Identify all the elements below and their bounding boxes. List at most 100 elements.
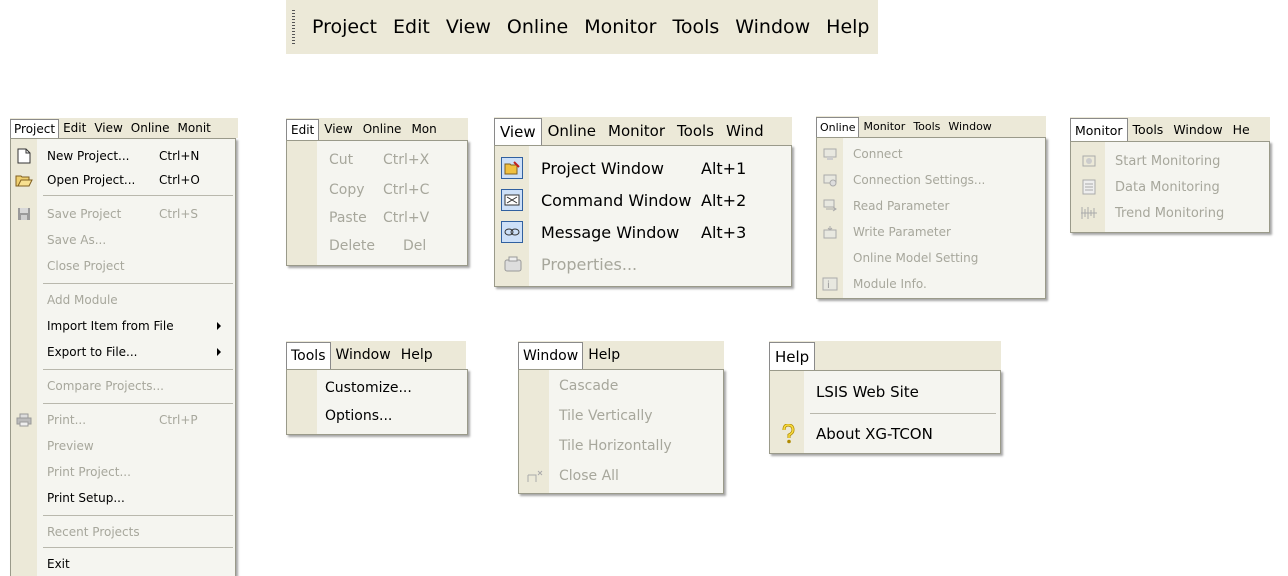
menu-monitor[interactable]: Monit — [174, 118, 215, 138]
edit-menubar: Edit View Online Mon — [286, 118, 468, 141]
menu-tools[interactable]: Tools — [671, 117, 720, 145]
menu-item-save-project[interactable]: Save Project Ctrl+S — [11, 203, 235, 225]
menu-help[interactable]: Help — [583, 341, 625, 369]
menu-monitor[interactable]: Monitor — [859, 116, 909, 137]
menu-monitor[interactable]: Monitor — [576, 0, 664, 54]
menu-edit[interactable]: Edit — [286, 118, 320, 141]
menu-item-print[interactable]: Print... Ctrl+P — [11, 409, 235, 431]
menu-help[interactable]: Help — [396, 341, 438, 369]
menu-item-compare-projects[interactable]: Compare Projects... — [11, 375, 235, 397]
menu-item-connection-settings[interactable]: Connection Settings... — [817, 168, 1045, 192]
menu-edit[interactable]: Edit — [385, 0, 438, 54]
menu-edit[interactable]: Edit — [59, 118, 90, 138]
menu-item-add-module[interactable]: Add Module — [11, 289, 235, 311]
menu-item-lsis-web-site[interactable]: LSIS Web Site — [770, 377, 1000, 407]
question-mark-icon — [778, 423, 798, 445]
menu-item-online-model-setting[interactable]: Online Model Setting — [817, 246, 1045, 270]
menu-item-paste[interactable]: Paste Ctrl+V — [287, 205, 467, 231]
view-dropdown: Project Window Alt+1 Command Window Alt+… — [494, 145, 792, 287]
menu-window[interactable]: Window — [518, 341, 584, 370]
menu-item-properties[interactable]: Properties... — [495, 250, 791, 278]
menu-online[interactable]: Online — [127, 118, 174, 138]
menu-view[interactable]: View — [90, 118, 126, 138]
menu-tools[interactable]: Tools — [1128, 117, 1169, 141]
menu-item-module-info[interactable]: i Module Info. — [817, 272, 1045, 296]
menu-item-start-monitoring[interactable]: Start Monitoring — [1071, 148, 1269, 174]
menu-monitor[interactable]: Mon — [406, 118, 441, 140]
menu-item-preview[interactable]: Preview — [11, 435, 235, 457]
menu-view[interactable]: View — [319, 118, 357, 140]
printer-icon — [15, 411, 33, 429]
menu-online[interactable]: Online — [542, 117, 602, 145]
menu-project[interactable]: Project — [10, 118, 60, 139]
menu-item-import-item[interactable]: Import Item from File — [11, 315, 235, 337]
menu-item-close-all[interactable]: Close All — [519, 462, 723, 490]
start-monitoring-icon — [1079, 151, 1099, 171]
menu-item-customize[interactable]: Customize... — [287, 374, 467, 402]
menu-item-tile-vertically[interactable]: Tile Vertically — [519, 402, 723, 430]
menu-tools[interactable]: Tools — [909, 116, 944, 137]
menu-item-close-project[interactable]: Close Project — [11, 255, 235, 277]
menu-item-cut[interactable]: Cut Ctrl+X — [287, 147, 467, 173]
menu-item-label: Import Item from File — [47, 319, 174, 333]
menu-view[interactable]: View — [438, 0, 499, 54]
menu-item-print-setup[interactable]: Print Setup... — [11, 487, 235, 509]
write-parameter-icon — [821, 223, 839, 241]
menu-item-write-parameter[interactable]: Write Parameter — [817, 220, 1045, 244]
command-window-icon — [501, 189, 523, 211]
menu-item-label: LSIS Web Site — [816, 383, 919, 401]
menu-item-label: Exit — [47, 557, 70, 571]
menu-view[interactable]: View — [494, 117, 542, 146]
menu-item-message-window[interactable]: Message Window Alt+3 — [495, 218, 791, 246]
menu-help[interactable]: Help — [818, 0, 877, 54]
menu-help[interactable]: Help — [769, 341, 816, 371]
menu-item-label: New Project... — [47, 149, 130, 163]
project-dropdown: New Project... Ctrl+N Open Project... Ct… — [10, 138, 236, 576]
menu-item-trend-monitoring[interactable]: Trend Monitoring — [1071, 200, 1269, 226]
monitor-dropdown: Start Monitoring Data Monitoring Trend M… — [1070, 141, 1270, 233]
menu-item-read-parameter[interactable]: Read Parameter — [817, 194, 1045, 218]
menubar-grip[interactable] — [292, 10, 295, 44]
menu-item-label: Data Monitoring — [1115, 179, 1220, 195]
menu-item-cascade[interactable]: Cascade — [519, 372, 723, 400]
menu-project[interactable]: Project — [304, 0, 385, 54]
menu-window[interactable]: Window — [727, 0, 818, 54]
menu-monitor[interactable]: Monitor — [602, 117, 671, 145]
menu-item-data-monitoring[interactable]: Data Monitoring — [1071, 174, 1269, 200]
menu-item-label: Export to File... — [47, 345, 138, 359]
menu-item-print-project[interactable]: Print Project... — [11, 461, 235, 483]
menu-item-project-window[interactable]: Project Window Alt+1 — [495, 154, 791, 182]
menu-window[interactable]: Wind — [720, 117, 770, 145]
menu-help[interactable]: He — [1228, 117, 1255, 141]
menu-item-new-project[interactable]: New Project... Ctrl+N — [11, 145, 235, 167]
menu-item-open-project[interactable]: Open Project... Ctrl+O — [11, 169, 235, 191]
menu-item-delete[interactable]: Delete Del — [287, 233, 467, 259]
menu-window[interactable]: Window — [1168, 117, 1227, 141]
tools-dropdown: Customize... Options... — [286, 369, 468, 435]
menu-window[interactable]: Window — [944, 116, 995, 137]
shortcut-label: Alt+3 — [701, 222, 747, 242]
menu-window[interactable]: Window — [331, 341, 396, 369]
menu-item-about[interactable]: About XG-TCON — [770, 419, 1000, 449]
menu-tools[interactable]: Tools — [664, 0, 727, 54]
menu-item-exit[interactable]: Exit — [11, 553, 235, 575]
shortcut-label: Ctrl+V — [383, 210, 430, 226]
menu-item-label: Open Project... — [47, 173, 136, 187]
menu-online[interactable]: Online — [358, 118, 407, 140]
menu-item-tile-horizontally[interactable]: Tile Horizontally — [519, 432, 723, 460]
menu-monitor[interactable]: Monitor — [1070, 117, 1128, 142]
menu-item-options[interactable]: Options... — [287, 402, 467, 430]
menu-online[interactable]: Online — [499, 0, 576, 54]
menu-item-save-as[interactable]: Save As... — [11, 229, 235, 251]
submenu-arrow-icon — [217, 348, 221, 356]
menu-item-label: Print... — [47, 413, 87, 427]
menu-item-recent-projects[interactable]: Recent Projects — [11, 521, 235, 543]
menu-tools[interactable]: Tools — [286, 341, 331, 370]
menu-online[interactable]: Online — [816, 116, 860, 138]
menu-item-export-to-file[interactable]: Export to File... — [11, 341, 235, 363]
menu-item-copy[interactable]: Copy Ctrl+C — [287, 177, 467, 203]
menu-item-command-window[interactable]: Command Window Alt+2 — [495, 186, 791, 214]
tools-menubar: Tools Window Help — [286, 341, 466, 370]
menu-item-label: Connect — [853, 147, 903, 161]
menu-item-connect[interactable]: Connect — [817, 142, 1045, 166]
